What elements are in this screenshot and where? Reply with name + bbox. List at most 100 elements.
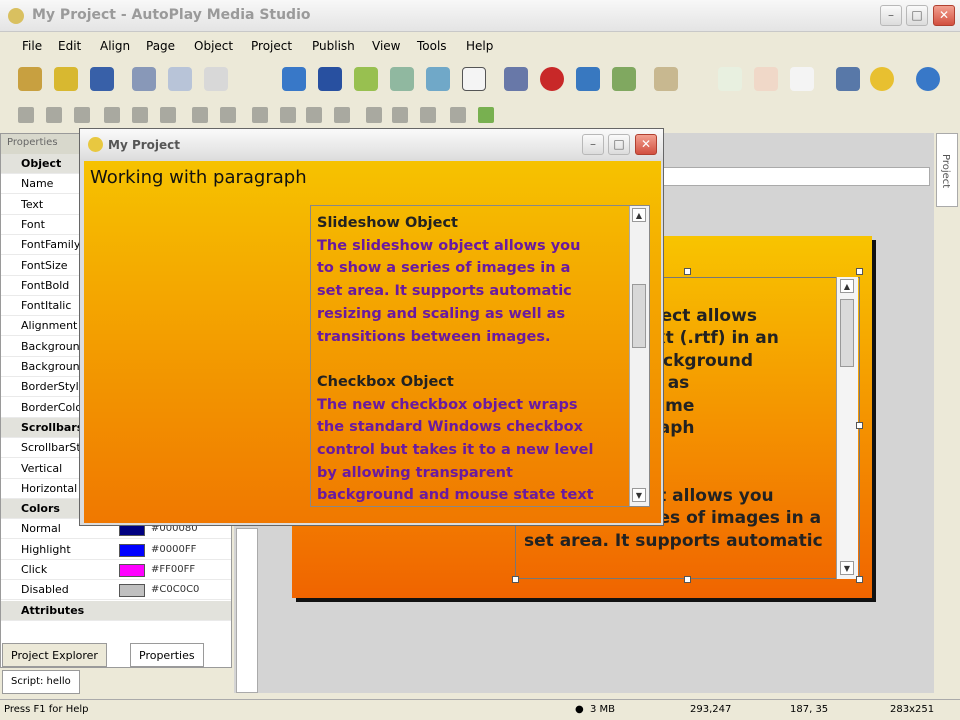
- web-object-icon[interactable]: [504, 67, 528, 91]
- menu-view[interactable]: View: [372, 39, 400, 53]
- color-swatch[interactable]: [119, 584, 145, 598]
- menu-help[interactable]: Help: [466, 39, 493, 53]
- menu-edit[interactable]: Edit: [58, 39, 81, 53]
- send-backward-icon[interactable]: [280, 107, 296, 123]
- label-object-icon[interactable]: [318, 67, 342, 91]
- lock-icon[interactable]: [450, 107, 466, 123]
- resize-handle[interactable]: [512, 576, 519, 583]
- copy-icon[interactable]: [168, 67, 192, 91]
- page-properties-icon[interactable]: [790, 67, 814, 91]
- window-title: My Project - AutoPlay Media Studio: [32, 7, 311, 23]
- open-folder-icon[interactable]: [54, 67, 78, 91]
- paragraph-heading: Checkbox Object: [317, 373, 454, 390]
- menu-tools[interactable]: Tools: [417, 39, 447, 53]
- record-icon[interactable]: [540, 67, 564, 91]
- menu-project[interactable]: Project: [251, 39, 292, 53]
- scroll-up-icon[interactable]: ▲: [632, 208, 646, 222]
- menu-publish[interactable]: Publish: [312, 39, 355, 53]
- status-memory: 3 MB: [590, 704, 616, 715]
- menu-align[interactable]: Align: [100, 39, 130, 53]
- status-bar: Press F1 for Help ● 3 MB 293,247 187, 35…: [0, 699, 960, 720]
- button-object-icon[interactable]: [282, 67, 306, 91]
- align-middle-icon[interactable]: [132, 107, 148, 123]
- scroll-thumb[interactable]: [840, 299, 854, 367]
- app-icon: [8, 8, 24, 24]
- property-value[interactable]: #C0C0C0: [151, 584, 199, 595]
- property-value[interactable]: #0000FF: [151, 544, 196, 555]
- cut-icon[interactable]: [132, 67, 156, 91]
- property-name: Disabled: [21, 583, 69, 597]
- guides-icon[interactable]: [420, 107, 436, 123]
- preview-maximize-button[interactable]: □: [608, 134, 630, 155]
- scroll-thumb[interactable]: [632, 284, 646, 348]
- menu-page[interactable]: Page: [146, 39, 175, 53]
- globe-icon[interactable]: [576, 67, 600, 91]
- same-width-icon[interactable]: [192, 107, 208, 123]
- menu-object[interactable]: Object: [194, 39, 233, 53]
- group-icon[interactable]: [306, 107, 322, 123]
- paragraph-line: to show a series of images in a: [317, 260, 571, 277]
- preview-title: My Project: [108, 138, 180, 152]
- ungroup-icon[interactable]: [334, 107, 350, 123]
- property-name: Highlight: [21, 542, 71, 556]
- align-center-icon[interactable]: [46, 107, 62, 123]
- resize-handle[interactable]: [856, 422, 863, 429]
- search-icon[interactable]: [654, 67, 678, 91]
- tab-script[interactable]: Script: hello: [2, 670, 80, 694]
- resize-handle[interactable]: [684, 576, 691, 583]
- flash-object-icon[interactable]: [426, 67, 450, 91]
- paragraph-object-icon[interactable]: [354, 67, 378, 91]
- resize-handle[interactable]: [856, 576, 863, 583]
- property-name: FontSize: [21, 258, 68, 272]
- minimize-button[interactable]: –: [880, 5, 902, 26]
- grid-icon[interactable]: [366, 107, 382, 123]
- paragraph-line: [317, 348, 627, 371]
- plugin-icon[interactable]: [612, 67, 636, 91]
- tab-project-side[interactable]: Project: [936, 133, 958, 207]
- property-row[interactable]: Click #FF00FF: [1, 560, 231, 580]
- paragraph-scrollbar[interactable]: ▲ ▼: [836, 277, 858, 579]
- preview-title-bar: My Project – □ ✕: [80, 129, 663, 159]
- color-swatch[interactable]: [119, 543, 145, 557]
- input-object-icon[interactable]: [462, 67, 486, 91]
- preview-icon[interactable]: [870, 67, 894, 91]
- scroll-down-icon[interactable]: ▼: [840, 561, 854, 575]
- paragraph-scrollbar[interactable]: ▲ ▼: [629, 206, 649, 506]
- preview-close-button[interactable]: ✕: [635, 134, 657, 155]
- close-button[interactable]: ✕: [933, 5, 955, 26]
- maximize-button[interactable]: □: [906, 5, 928, 26]
- paragraph-box[interactable]: Slideshow Object The slideshow object all…: [310, 205, 650, 507]
- snap-icon[interactable]: [392, 107, 408, 123]
- image-object-icon[interactable]: [390, 67, 414, 91]
- property-category[interactable]: Attributes: [1, 600, 231, 621]
- align-right-icon[interactable]: [74, 107, 90, 123]
- title-bar: My Project - AutoPlay Media Studio – □ ✕: [0, 0, 960, 32]
- align-left-icon[interactable]: [18, 107, 34, 123]
- menu-file[interactable]: File: [22, 39, 42, 53]
- tab-properties[interactable]: Properties: [130, 643, 204, 667]
- resize-handle[interactable]: [684, 268, 691, 275]
- scroll-up-icon[interactable]: ▲: [840, 279, 854, 293]
- property-row[interactable]: Disabled #C0C0C0: [1, 580, 231, 601]
- align-top-icon[interactable]: [104, 107, 120, 123]
- bring-forward-icon[interactable]: [252, 107, 268, 123]
- help-icon[interactable]: [916, 67, 940, 91]
- scroll-down-icon[interactable]: ▼: [632, 488, 646, 502]
- script-icon[interactable]: [478, 107, 494, 123]
- same-height-icon[interactable]: [220, 107, 236, 123]
- status-help: Press F1 for Help: [4, 704, 89, 715]
- property-value[interactable]: #FF00FF: [151, 564, 195, 575]
- color-swatch[interactable]: [119, 564, 145, 577]
- property-row[interactable]: Highlight #0000FF: [1, 540, 231, 560]
- resize-handle[interactable]: [856, 268, 863, 275]
- delete-page-icon[interactable]: [754, 67, 778, 91]
- property-name: Background: [21, 360, 81, 373]
- publish-icon[interactable]: [836, 67, 860, 91]
- paste-icon[interactable]: [204, 67, 228, 91]
- preview-minimize-button[interactable]: –: [582, 134, 604, 155]
- wand-icon[interactable]: [18, 67, 42, 91]
- tab-project-explorer[interactable]: Project Explorer: [2, 643, 107, 667]
- save-icon[interactable]: [90, 67, 114, 91]
- align-bottom-icon[interactable]: [160, 107, 176, 123]
- new-page-icon[interactable]: [718, 67, 742, 91]
